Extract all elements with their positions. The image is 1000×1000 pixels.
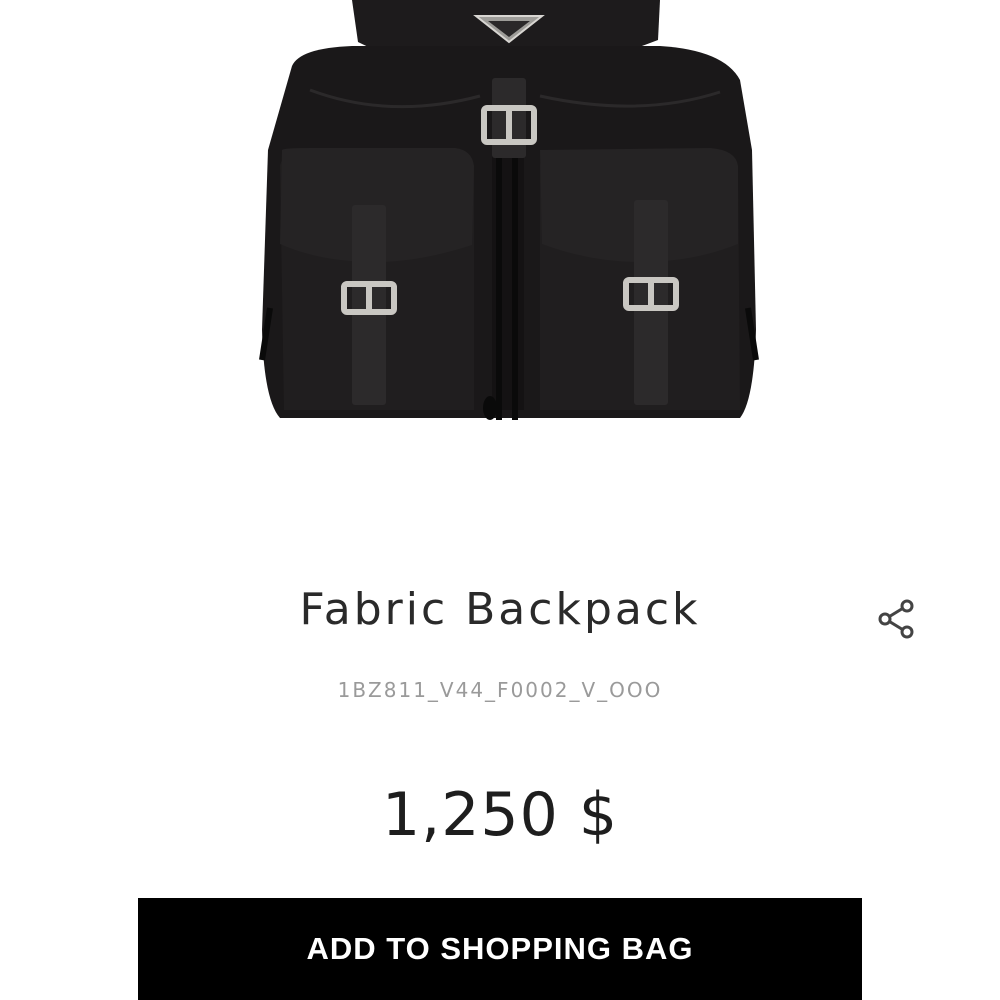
product-sku: 1BZ811_V44_F0002_V_OOO (337, 678, 663, 702)
product-title: Fabric Backpack (299, 584, 701, 635)
product-detail-page: Fabric Backpack 1BZ811_V44_F0002_V_OOO 1… (0, 0, 1000, 1000)
product-image (259, 0, 759, 420)
share-icon[interactable] (874, 596, 920, 642)
add-to-shopping-bag-button[interactable]: ADD TO SHOPPING BAG (138, 898, 862, 1000)
product-price: 1,250 $ (381, 780, 618, 850)
